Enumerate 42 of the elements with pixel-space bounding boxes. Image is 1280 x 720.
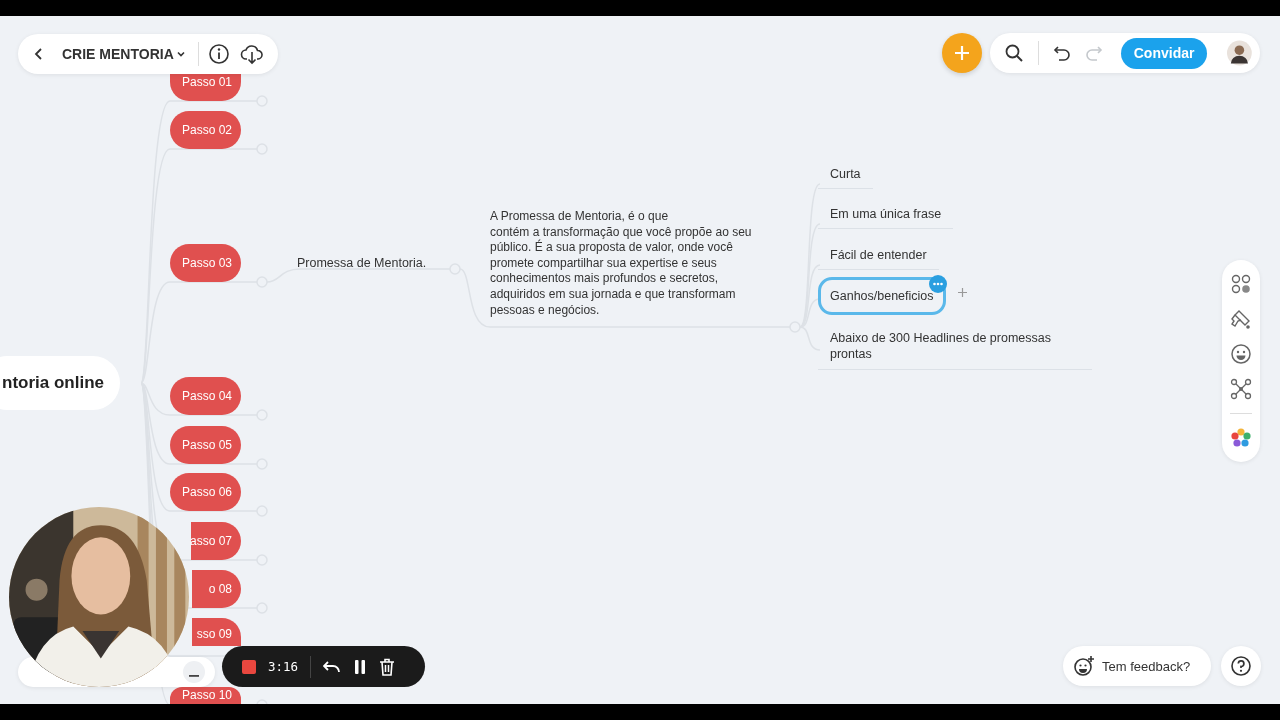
step-node[interactable]: Passo 10 — [170, 687, 241, 704]
trash-icon[interactable] — [379, 657, 396, 676]
pause-icon[interactable] — [353, 658, 368, 675]
stop-button[interactable] — [242, 659, 256, 674]
minus-icon — [189, 675, 199, 677]
step-node[interactable]: Passo 03 — [170, 244, 241, 282]
step-node[interactable]: Passo 04 — [170, 377, 241, 415]
criterion-node[interactable]: Abaixo de 300 Headlines de promessas prontas — [818, 328, 1092, 370]
relationship-icon[interactable] — [1230, 378, 1252, 401]
back-icon[interactable] — [34, 47, 44, 61]
criterion-node[interactable]: Em uma única frase — [818, 202, 954, 229]
recording-time: 3:16 — [268, 659, 299, 674]
title-dropdown[interactable]: CRIE MENTORIA — [62, 46, 188, 62]
color-theme-icon[interactable] — [1230, 427, 1252, 450]
description-node[interactable]: A Promessa de Mentoria, é o que contém a transformação que você propõe ao seu público. É a sua proposta de valor, onde você promete compartilhar sua expertise e seus conhecimentos mais profundos e secretos, adquiridos em sua jornada e que transformam pessoas e negócios. — [490, 209, 775, 319]
emoji-icon[interactable] — [1230, 342, 1252, 365]
layout-icon[interactable] — [1230, 272, 1252, 295]
step-node[interactable]: Passo 02 — [170, 111, 241, 149]
help-icon — [1230, 655, 1252, 677]
step-node[interactable]: Passo 05 — [170, 426, 241, 464]
feedback-button[interactable]: Tem feedback? — [1063, 646, 1211, 686]
cloud-download-icon[interactable] — [240, 43, 264, 65]
more-options-icon[interactable] — [929, 275, 947, 293]
plus-icon — [953, 44, 971, 62]
step-node[interactable]: Passo 01 — [170, 72, 241, 101]
zoom-out-button[interactable] — [183, 661, 205, 683]
add-icon[interactable] — [958, 288, 967, 297]
invite-button[interactable]: Convidar — [1120, 37, 1208, 69]
step-node[interactable]: Passo 06 — [170, 473, 241, 511]
root-node[interactable]: ntoria online — [0, 356, 120, 410]
criterion-node[interactable]: Fácil de entender — [818, 243, 939, 270]
help-button[interactable] — [1221, 646, 1261, 686]
step-node[interactable]: sso 09 — [192, 618, 241, 646]
rewind-icon[interactable] — [323, 658, 342, 675]
topic-node[interactable]: Promessa de Mentoria. — [297, 256, 427, 270]
search-icon[interactable] — [1004, 43, 1024, 63]
info-icon[interactable] — [208, 43, 230, 65]
criterion-node[interactable]: Curta — [818, 162, 873, 189]
avatar-icon[interactable] — [1227, 40, 1252, 66]
undo-icon[interactable] — [1052, 44, 1071, 62]
emoji-add-icon — [1073, 655, 1095, 677]
step-node[interactable]: o 08 — [192, 570, 241, 608]
